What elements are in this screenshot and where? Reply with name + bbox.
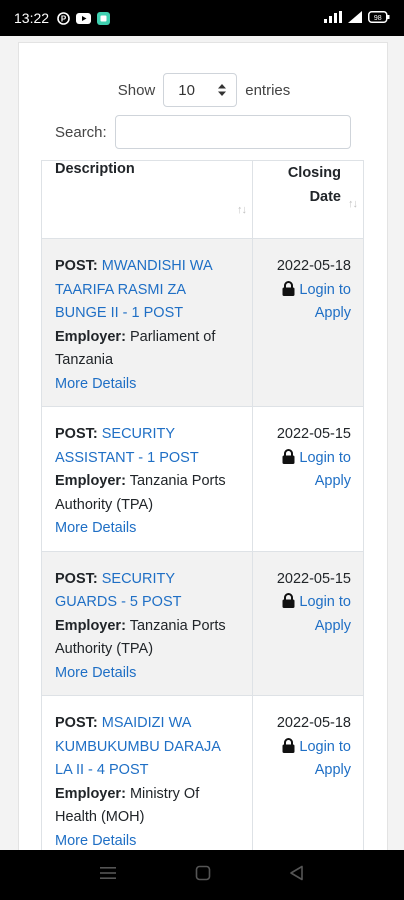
entries-select-value: 10 xyxy=(178,81,195,99)
search-label: Search: xyxy=(55,123,107,141)
closing-date: 2022-05-15 xyxy=(276,426,351,442)
login-to-apply-link[interactable]: Login to Apply xyxy=(282,593,351,634)
login-to-apply-link[interactable]: Login to Apply xyxy=(282,448,351,489)
more-details-link[interactable]: More Details xyxy=(55,833,136,849)
post-label: POST: xyxy=(55,426,98,442)
battery-level: 98 xyxy=(374,15,382,22)
data-saver-icon: P xyxy=(57,11,70,25)
employer-label: Employer: xyxy=(55,328,126,345)
page-viewport[interactable]: Show 10 entries Search: Description ↑↓ C… xyxy=(0,36,404,850)
table-row: POST: MWANDISHI WA TAARIFA RASMI ZA BUNGE … xyxy=(41,238,364,407)
search-input[interactable] xyxy=(114,115,351,149)
closing-date-cell: 2022-05-15 Login to Apply xyxy=(252,406,364,552)
job-description-cell: POST: SECURITY ASSISTANT - 1 POST Employe… xyxy=(41,406,253,552)
employer-label: Employer: xyxy=(55,473,126,489)
employer-label: Employer: xyxy=(55,785,126,802)
column-header-description-label: Description xyxy=(55,161,135,177)
closing-date-cell: 2022-05-18 Login to Apply xyxy=(252,695,364,850)
table-row: POST: SECURITY ASSISTANT - 1 POST Employe… xyxy=(41,406,364,552)
sort-icon: ↑↓ xyxy=(237,204,247,216)
login-to-apply-link[interactable]: Login to Apply xyxy=(282,737,351,778)
wifi-signal-icon xyxy=(324,10,342,26)
app-notification-icon xyxy=(97,11,111,25)
post-label: POST: xyxy=(55,258,98,274)
post-label: POST: xyxy=(55,570,98,587)
lock-icon xyxy=(282,593,295,608)
battery-icon: 98 xyxy=(368,10,390,26)
table-row: POST: SECURITY GUARDS - 5 POST Employer: … xyxy=(41,550,364,696)
entries-label: entries xyxy=(245,81,291,99)
lock-icon xyxy=(282,448,295,464)
search-row: Search: xyxy=(55,115,351,149)
job-description-cell: POST: SECURITY GUARDS - 5 POST Employer: … xyxy=(41,550,253,696)
lock-icon xyxy=(282,737,295,753)
closing-date: 2022-05-15 xyxy=(276,570,351,587)
closing-date-cell: 2022-05-18 Login to Apply xyxy=(252,238,364,407)
column-header-closing-date[interactable]: Closing Date ↑↓ xyxy=(252,160,364,239)
closing-date: 2022-05-18 xyxy=(276,258,351,274)
job-description-cell: POST: MSAIDIZI WA KUMBUKUMBU DARAJA LA II … xyxy=(41,695,253,850)
more-details-link[interactable]: More Details xyxy=(55,520,136,536)
more-details-link[interactable]: More Details xyxy=(55,665,136,681)
sort-icon: ↑↓ xyxy=(348,198,358,210)
job-description-cell: POST: MWANDISHI WA TAARIFA RASMI ZA BUNGE … xyxy=(41,238,253,407)
lock-icon xyxy=(282,280,295,296)
youtube-icon xyxy=(76,12,92,24)
more-details-link[interactable]: More Details xyxy=(55,376,136,392)
login-to-apply-link[interactable]: Login to Apply xyxy=(282,280,351,321)
select-caret-icon xyxy=(218,84,227,96)
home-icon[interactable] xyxy=(195,865,211,886)
status-bar: 13:22 P 98 xyxy=(0,0,404,36)
entries-select[interactable]: 10 xyxy=(163,73,238,107)
system-navigation-bar xyxy=(0,850,404,900)
closing-date-cell: 2022-05-15 Login to Apply xyxy=(252,550,364,696)
status-time: 13:22 xyxy=(14,10,50,26)
column-header-closing-label-2: Date xyxy=(309,189,341,205)
closing-date: 2022-05-18 xyxy=(276,715,351,731)
back-icon[interactable] xyxy=(289,865,305,886)
menu-icon[interactable] xyxy=(99,866,117,885)
table-row: POST: MSAIDIZI WA KUMBUKUMBU DARAJA LA II … xyxy=(41,695,364,850)
table-header-row: Description ↑↓ Closing Date ↑↓ xyxy=(41,160,364,239)
column-header-closing-label-1: Closing xyxy=(287,165,341,181)
entries-length-control: Show 10 entries xyxy=(19,73,389,107)
cell-signal-icon xyxy=(348,10,362,26)
jobs-card: Show 10 entries Search: Description ↑↓ C… xyxy=(18,42,388,850)
employer-label: Employer: xyxy=(55,617,126,634)
jobs-table: Description ↑↓ Closing Date ↑↓ POST: MWA… xyxy=(41,160,364,850)
column-header-description[interactable]: Description ↑↓ xyxy=(41,160,253,239)
svg-text:P: P xyxy=(61,14,67,23)
post-label: POST: xyxy=(55,715,98,731)
show-label: Show xyxy=(117,81,156,99)
